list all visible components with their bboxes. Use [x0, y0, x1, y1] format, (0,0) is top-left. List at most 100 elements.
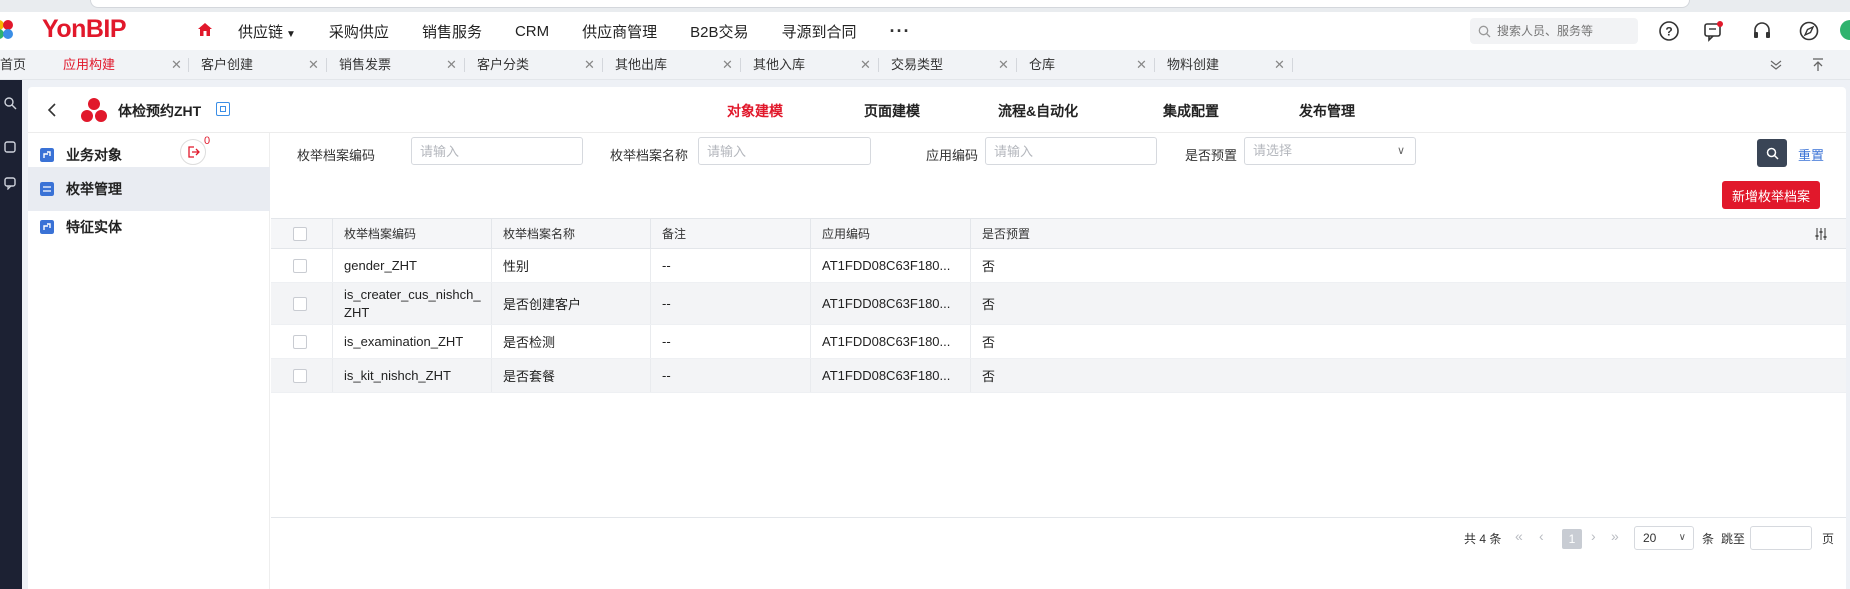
close-icon[interactable]: ✕: [171, 50, 182, 80]
app-icon[interactable]: [3, 140, 17, 154]
tab-other-outbound[interactable]: 其他出库 ✕: [615, 50, 733, 80]
tab-other-inbound[interactable]: 其他入库 ✕: [753, 50, 871, 80]
nav-item-sourcing-contract[interactable]: 寻源到合同: [782, 21, 857, 42]
tab-release-management[interactable]: 发布管理: [1299, 101, 1355, 121]
tab-home[interactable]: 首页: [0, 50, 26, 80]
tab-sales-invoice[interactable]: 销售发票 ✕: [339, 50, 457, 80]
back-arrow-icon[interactable]: [44, 101, 62, 119]
headset-support-icon[interactable]: [1751, 20, 1773, 42]
app-info-icon[interactable]: [216, 102, 230, 116]
column-header-preset[interactable]: 是否预置: [971, 219, 1131, 249]
row-select-cell: [271, 325, 333, 358]
tab-process-automation[interactable]: 流程&自动化: [998, 101, 1078, 121]
tab-material-create[interactable]: 物料创建 ✕: [1167, 50, 1285, 80]
tab-app-build[interactable]: 应用构建 ✕: [63, 50, 182, 80]
jump-page-input[interactable]: [1750, 526, 1812, 550]
close-icon[interactable]: ✕: [860, 50, 871, 80]
table-row[interactable]: gender_ZHT 性别 -- AT1FDD08C63F180... 否: [271, 249, 1846, 283]
preset-select[interactable]: 请选择 ∨: [1244, 137, 1416, 165]
caret-down-icon: ▼: [286, 28, 296, 40]
tab-transaction-type[interactable]: 交易类型 ✕: [891, 50, 1009, 80]
search-button[interactable]: [1757, 139, 1787, 167]
tab-customer-create[interactable]: 客户创建 ✕: [201, 50, 319, 80]
tab-overflow-chevron-icon[interactable]: [1770, 60, 1782, 70]
nav-item-crm[interactable]: CRM: [515, 23, 549, 40]
page-number-current[interactable]: 1: [1562, 529, 1582, 549]
business-object-icon: [40, 148, 54, 162]
close-icon[interactable]: ✕: [998, 50, 1009, 80]
enum-code-input[interactable]: [411, 137, 583, 165]
compass-icon[interactable]: [1798, 20, 1820, 42]
brand-logo[interactable]: YonBIP: [42, 15, 127, 44]
page-size-select[interactable]: 20 ∨: [1634, 526, 1694, 550]
nav-item-b2b-trade[interactable]: B2B交易: [690, 21, 748, 42]
help-icon[interactable]: ?: [1658, 20, 1680, 42]
column-header-remark[interactable]: 备注: [651, 219, 811, 249]
tab-label: 应用构建: [63, 57, 116, 72]
global-search[interactable]: [1470, 18, 1638, 44]
collapse-up-icon[interactable]: [1812, 58, 1824, 72]
column-header-code[interactable]: 枚举档案编码: [333, 219, 492, 249]
nav-item-supply-chain[interactable]: 供应链 ▼: [238, 21, 296, 42]
close-icon[interactable]: ✕: [584, 50, 595, 80]
workbench-tabs: 首页 应用构建 ✕ 客户创建 ✕ 销售发票 ✕ 客户分类 ✕ 其他出库 ✕ 其他入库 ✕ 交…: [0, 50, 1850, 80]
filter-label-preset: 是否预置: [1185, 148, 1238, 163]
row-checkbox[interactable]: [293, 369, 307, 383]
app-logo-icon: [81, 98, 107, 122]
tab-warehouse[interactable]: 仓库 ✕: [1029, 50, 1147, 80]
select-all-checkbox[interactable]: [293, 227, 307, 241]
column-header-name[interactable]: 枚举档案名称: [492, 219, 651, 249]
page-size-value: 20: [1643, 531, 1657, 545]
page-size-unit: 条: [1702, 532, 1715, 546]
table-row[interactable]: is_kit_nishch_ZHT 是否套餐 -- AT1FDD08C63F18…: [271, 359, 1846, 393]
chat-icon[interactable]: [3, 176, 17, 190]
more-menu-button[interactable]: ···: [890, 21, 911, 42]
add-enum-button[interactable]: 新增枚举档案: [1722, 181, 1820, 209]
search-icon: [1478, 25, 1491, 37]
prev-page-icon[interactable]: ‹: [1539, 528, 1544, 544]
next-page-icon[interactable]: ›: [1591, 528, 1596, 544]
filter-label-name: 枚举档案名称: [610, 148, 689, 163]
cell-preset: 否: [982, 297, 996, 312]
cell-app-code: AT1FDD08C63F180...: [811, 359, 971, 392]
column-header-app-code[interactable]: 应用编码: [811, 219, 971, 249]
app-header: 体检预约ZHT 对象建模 页面建模 流程&自动化 集成配置 发布管理: [28, 87, 1846, 133]
tab-label: 首页: [0, 57, 27, 72]
sidebar-item-feature-entity[interactable]: 特征实体: [28, 205, 270, 249]
jump-label: 跳至: [1721, 532, 1746, 546]
table-row[interactable]: is_creater_cus_nishch_ZHT 是否创建客户 -- AT1F…: [271, 283, 1846, 325]
nav-item-supplier-management[interactable]: 供应商管理: [582, 21, 657, 42]
search-icon[interactable]: [3, 96, 17, 110]
cell-app-code: AT1FDD08C63F180...: [811, 325, 971, 358]
filter-label-app-code: 应用编码: [926, 148, 979, 163]
nav-item-procurement[interactable]: 采购供应: [329, 21, 389, 42]
row-checkbox[interactable]: [293, 259, 307, 273]
brand-mark-icon: [0, 20, 14, 40]
close-icon[interactable]: ✕: [722, 50, 733, 80]
close-icon[interactable]: ✕: [1274, 50, 1285, 80]
tab-page-modeling[interactable]: 页面建模: [864, 101, 920, 121]
row-checkbox[interactable]: [293, 335, 307, 349]
enum-name-input[interactable]: [698, 137, 871, 165]
sidebar-item-label: 业务对象: [66, 147, 122, 163]
close-icon[interactable]: ✕: [1136, 50, 1147, 80]
app-code-input[interactable]: [985, 137, 1157, 165]
first-page-icon[interactable]: «: [1515, 528, 1523, 544]
row-checkbox[interactable]: [293, 297, 307, 311]
tab-customer-category[interactable]: 客户分类 ✕: [477, 50, 595, 80]
column-settings-icon[interactable]: [1814, 227, 1828, 241]
export-button[interactable]: [180, 139, 206, 165]
user-avatar[interactable]: [1840, 20, 1850, 40]
nav-item-sales-service[interactable]: 销售服务: [422, 21, 482, 42]
tab-object-modeling[interactable]: 对象建模: [727, 101, 783, 121]
divider: [326, 58, 327, 72]
close-icon[interactable]: ✕: [446, 50, 457, 80]
last-page-icon[interactable]: »: [1611, 528, 1619, 544]
message-icon[interactable]: [1702, 20, 1724, 42]
global-search-input[interactable]: [1497, 24, 1627, 38]
close-icon[interactable]: ✕: [308, 50, 319, 80]
reset-button[interactable]: 重置: [1798, 145, 1824, 164]
home-icon[interactable]: [196, 21, 214, 39]
table-row[interactable]: is_examination_ZHT 是否检测 -- AT1FDD08C63F1…: [271, 325, 1846, 359]
tab-integration-config[interactable]: 集成配置: [1163, 101, 1219, 121]
